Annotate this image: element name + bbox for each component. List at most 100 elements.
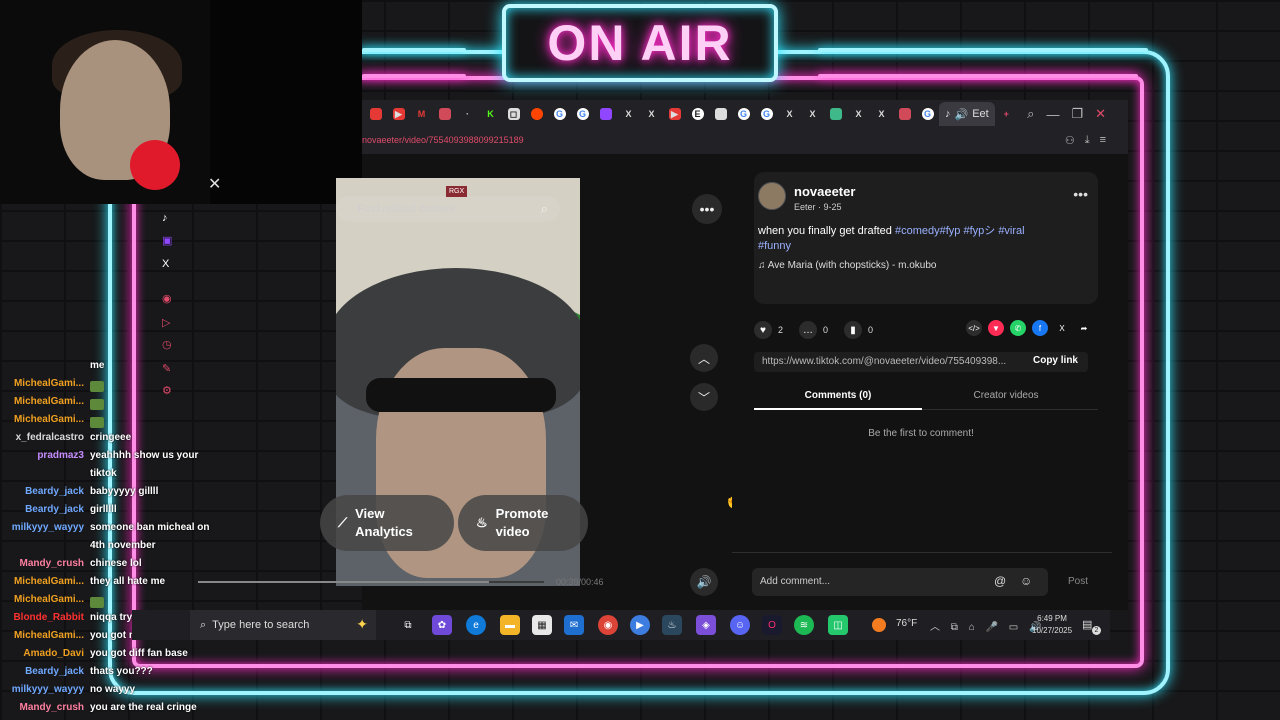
task-view-icon[interactable]: ⧉ — [398, 615, 418, 635]
music-title[interactable]: Ave Maria (with chopsticks) - m.okubo — [768, 260, 937, 271]
music-info[interactable]: ♫ Ave Maria (with chopsticks) - m.okubo — [758, 260, 937, 271]
author-name[interactable]: novaeeter — [794, 184, 855, 199]
twitch-tab-icon[interactable] — [594, 100, 617, 128]
document-tab-icon[interactable] — [893, 100, 916, 128]
emoji-icon[interactable]: ☺ — [1020, 574, 1032, 588]
copilot-icon[interactable]: ✿ — [432, 615, 452, 635]
avatar[interactable] — [758, 182, 786, 210]
view-analytics-button[interactable]: ⟋ View Analytics — [320, 495, 454, 551]
video-link[interactable]: https://www.tiktok.com/@novaeeter/video/… — [762, 356, 1006, 367]
caption-hashtag-funny[interactable]: #funny — [758, 240, 791, 252]
taskbar-search[interactable]: ⌕ Type here to search ✦ — [190, 610, 376, 640]
chat-username[interactable]: MichealGami... — [14, 576, 84, 587]
google-tab-icon[interactable]: G — [732, 100, 755, 128]
new-tab-plus-icon[interactable]: + — [995, 100, 1018, 128]
post-more-icon[interactable]: ••• — [1073, 186, 1088, 202]
chat-username[interactable]: MichealGami... — [14, 594, 84, 605]
weather-temp[interactable]: 76°F — [896, 618, 917, 629]
chrome-icon[interactable]: ◉ — [598, 615, 618, 635]
spotify-icon[interactable]: ≋ — [794, 615, 814, 635]
youtube-tab-icon[interactable]: ▶ — [387, 100, 410, 128]
chat-username[interactable]: Beardy_jack — [25, 486, 84, 497]
app-tab-icon[interactable] — [824, 100, 847, 128]
comment-icon[interactable]: … — [799, 321, 818, 339]
chat-username[interactable]: Amado_Davi — [23, 648, 84, 659]
download-icon[interactable]: ⤓ — [1085, 134, 1090, 147]
notification-icon[interactable]: ▤ — [1082, 618, 1092, 631]
system-tray-icons[interactable]: ︿ ⧉ ⌂ 🎤 ▭ 🔊 — [930, 618, 1045, 633]
clock[interactable]: 6:49 PM 10/27/2025 — [1032, 613, 1072, 637]
chat-username[interactable]: milkyyy_wayyy — [12, 684, 84, 695]
kick-tab-icon[interactable]: K — [479, 100, 502, 128]
next-video-button[interactable]: ﹀ — [690, 383, 718, 411]
send-rail-icon[interactable]: ▷ — [162, 316, 170, 329]
chat-username[interactable]: Beardy_jack — [25, 504, 84, 515]
edge-icon[interactable]: e — [466, 615, 486, 635]
profile-icon[interactable]: ⚇ — [1065, 134, 1075, 147]
x-tab-icon[interactable]: X — [847, 100, 870, 128]
obs-icon[interactable]: ◫ — [828, 615, 848, 635]
bookmark-icon[interactable]: ▮ — [844, 321, 863, 339]
e-tab-icon[interactable]: E — [686, 100, 709, 128]
discord-icon[interactable]: ☺ — [730, 615, 750, 635]
related-search-input[interactable]: Find related content ⌕ — [336, 196, 560, 222]
like-action[interactable]: ♥ 2 — [754, 321, 783, 339]
video-progress-bar[interactable] — [198, 581, 544, 583]
mention-icon[interactable]: @ — [994, 574, 1006, 588]
more-options-button[interactable]: ••• — [692, 194, 722, 224]
app-tab-icon[interactable]: ◻ — [502, 100, 525, 128]
google-tab-icon[interactable]: G — [755, 100, 778, 128]
x-tab-icon[interactable]: X — [870, 100, 893, 128]
facebook-icon[interactable]: f — [1032, 320, 1048, 336]
restore-icon[interactable]: ❐ — [1071, 106, 1083, 122]
save-action[interactable]: ▮ 0 — [844, 321, 873, 339]
google-tab-icon[interactable]: G — [548, 100, 571, 128]
previous-video-button[interactable]: ︿ — [690, 344, 718, 372]
reddit-tab-icon[interactable] — [525, 100, 548, 128]
gmail-tab-icon[interactable]: M — [410, 100, 433, 128]
chat-username[interactable]: MichealGami... — [14, 378, 84, 389]
address-bar[interactable]: novaeeter/video/7554093988099215189 ⚇ ⤓ … — [362, 128, 1128, 154]
close-icon[interactable]: ✕ — [208, 174, 221, 194]
chat-username[interactable]: x_fedralcastro — [16, 432, 84, 443]
embed-icon[interactable]: </> — [966, 320, 982, 336]
steam-icon[interactable]: ♨ — [662, 615, 682, 635]
chat-username[interactable]: Mandy_crush — [20, 702, 84, 713]
tiktok-rail-icon[interactable]: ♪ — [162, 212, 168, 224]
youtube-tab-icon[interactable]: ▶ — [663, 100, 686, 128]
app-tab-icon[interactable] — [709, 100, 732, 128]
chat-username[interactable]: MichealGami... — [14, 414, 84, 425]
url-text[interactable]: novaeeter/video/7554093988099215189 — [362, 135, 524, 145]
minimize-icon[interactable]: — — [1046, 107, 1059, 122]
opera-icon[interactable]: O — [762, 615, 782, 635]
x-tab-icon[interactable]: X — [617, 100, 640, 128]
history-icon[interactable]: ◷ — [162, 338, 172, 351]
caption-hashtags[interactable]: #comedy#fyp #fypシ #viral — [895, 225, 1025, 237]
search-icon[interactable]: ⌕ — [541, 201, 548, 217]
chat-username[interactable]: milkyyy_wayyy — [12, 522, 84, 533]
chat-username[interactable]: Blonde_Rabbit — [13, 612, 84, 623]
chat-username[interactable]: MichealGami... — [14, 396, 84, 407]
whatsapp-icon[interactable]: ✆ — [1010, 320, 1026, 336]
mail-icon[interactable]: ✉ — [564, 615, 584, 635]
x-share-icon[interactable]: X — [1054, 320, 1070, 336]
dot-tab-icon[interactable]: · — [456, 100, 479, 128]
google-tab-icon[interactable]: G — [916, 100, 939, 128]
send-icon[interactable]: ▼ — [988, 320, 1004, 336]
add-comment-input[interactable]: Add comment... @ ☺ — [752, 568, 1048, 596]
copy-link-button[interactable]: Copy link — [1033, 355, 1078, 366]
comment-action[interactable]: … 0 — [799, 321, 828, 339]
post-comment-button[interactable]: Post — [1068, 576, 1088, 587]
x-tab-icon[interactable]: X — [640, 100, 663, 128]
chat-username[interactable]: pradmaz3 — [37, 450, 84, 461]
close-window-icon[interactable]: ✕ — [1095, 106, 1106, 122]
promote-video-button[interactable]: ♨ Promote video — [458, 495, 588, 551]
tab-comments[interactable]: Comments (0) — [754, 390, 922, 410]
store-icon[interactable]: ▦ — [532, 615, 552, 635]
menu-icon[interactable]: ≡ — [1100, 134, 1106, 147]
app-icon[interactable]: ▶ — [630, 615, 650, 635]
google-tab-icon[interactable]: G — [571, 100, 594, 128]
file-explorer-icon[interactable]: ▬ — [500, 615, 520, 635]
twitch-rail-icon[interactable]: ▣ — [162, 234, 172, 247]
play-circle-icon[interactable]: ◉ — [162, 292, 172, 305]
